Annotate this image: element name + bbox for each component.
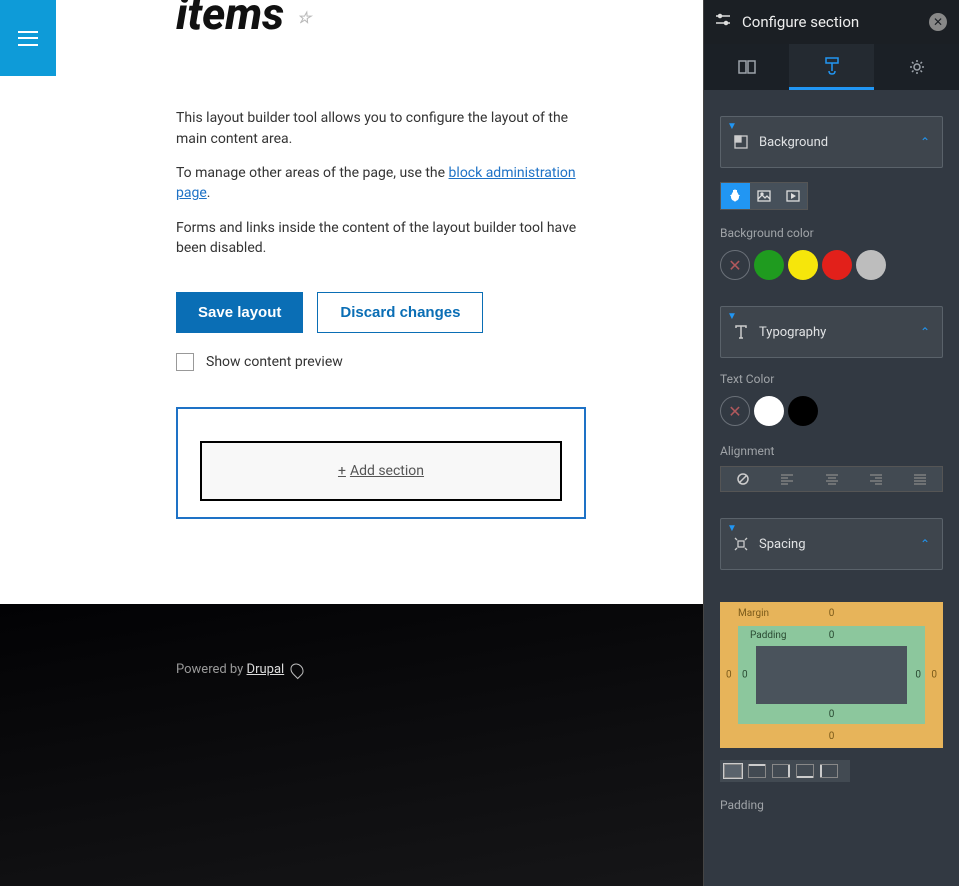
action-buttons: Save layout Discard changes [176,292,703,333]
typography-icon [733,324,749,340]
toggle-arrow-icon: ▼ [727,523,737,534]
add-section-slot[interactable]: + Add section [200,441,562,501]
bg-type-color[interactable] [721,183,750,209]
padding-box[interactable]: Padding 0 0 0 0 [738,626,925,724]
panel-header: Configure section ✕ [704,0,959,44]
swatch-grey[interactable] [856,250,886,280]
chevron-up-icon: ⌃ [920,537,930,551]
drupal-link[interactable]: Drupal [247,662,285,677]
chevron-up-icon: ⌃ [920,325,930,339]
show-preview-row: Show content preview [176,353,703,371]
side-selector [720,760,850,782]
align-center[interactable] [809,467,853,491]
padding-section-label: Padding [720,798,943,812]
background-icon [733,134,749,150]
text-color-label: Text Color [720,372,943,386]
background-body: Background color ✕ [720,168,943,280]
chevron-up-icon: ⌃ [920,135,930,149]
side-top[interactable] [748,764,766,778]
plus-icon: + [338,463,346,479]
typography-section-header[interactable]: ▼ Typography ⌃ [720,306,943,358]
background-title: Background [759,135,828,150]
swatch-black[interactable] [788,396,818,426]
sliders-icon [716,13,730,31]
add-section-link[interactable]: + Add section [338,463,424,479]
toggle-arrow-icon: ▼ [727,121,737,132]
favorite-star-icon[interactable]: ☆ [297,9,311,27]
background-section-header[interactable]: ▼ Background ⌃ [720,116,943,168]
align-left[interactable] [765,467,809,491]
bg-type-selector [720,182,808,210]
swatch-red[interactable] [822,250,852,280]
bg-type-image[interactable] [750,183,779,209]
side-all[interactable] [724,764,742,778]
side-left[interactable] [820,764,838,778]
bg-color-label: Background color [720,226,943,240]
hamburger-icon [18,31,38,46]
swatch-none[interactable]: ✕ [720,250,750,280]
bg-color-swatches: ✕ [720,250,943,280]
hamburger-menu[interactable] [0,0,56,76]
main-content: items ☆ This layout builder tool allows … [56,0,703,604]
panel-body: ▼ Background ⌃ Background color ✕ [704,90,959,886]
toggle-arrow-icon: ▼ [727,311,737,322]
discard-changes-button[interactable]: Discard changes [317,292,483,333]
panel-tabs [704,44,959,90]
layout-region[interactable]: + Add section [176,407,586,519]
show-preview-checkbox[interactable] [176,353,194,371]
alignment-selector [720,466,943,492]
intro-block: This layout builder tool allows you to c… [176,108,586,258]
align-none[interactable] [721,467,765,491]
swatch-yellow[interactable] [788,250,818,280]
swatch-white[interactable] [754,396,784,426]
tab-settings[interactable] [874,44,959,90]
content-box [756,646,907,704]
panel-title: Configure section [742,13,859,31]
intro-p1: This layout builder tool allows you to c… [176,108,586,149]
drupal-logo-icon [288,660,306,678]
spacing-title: Spacing [759,537,806,552]
spacing-icon [733,536,749,552]
text-color-swatches: ✕ [720,396,943,426]
intro-p2: To manage other areas of the page, use t… [176,163,586,204]
footer: Powered by Drupal [0,604,703,886]
typography-body: Text Color ✕ Alignment [720,358,943,492]
bg-type-video[interactable] [778,183,807,209]
typography-title: Typography [759,325,826,340]
align-justify[interactable] [898,467,942,491]
alignment-label: Alignment [720,444,943,458]
swatch-green[interactable] [754,250,784,280]
side-bottom[interactable] [796,764,814,778]
align-right[interactable] [854,467,898,491]
close-icon[interactable]: ✕ [929,13,947,31]
box-model[interactable]: Margin 0 0 0 0 Padding 0 0 0 0 [720,602,943,748]
intro-p3: Forms and links inside the content of th… [176,218,586,259]
show-preview-label: Show content preview [206,354,343,370]
spacing-body: Margin 0 0 0 0 Padding 0 0 0 0 [720,570,943,812]
save-layout-button[interactable]: Save layout [176,292,303,333]
tab-layout[interactable] [704,44,789,90]
side-right[interactable] [772,764,790,778]
page-title: items ☆ [176,0,703,38]
configure-section-panel: Configure section ✕ ▼ Background ⌃ [703,0,959,886]
spacing-section-header[interactable]: ▼ Spacing ⌃ [720,518,943,570]
swatch-none[interactable]: ✕ [720,396,750,426]
tab-style[interactable] [789,44,874,90]
